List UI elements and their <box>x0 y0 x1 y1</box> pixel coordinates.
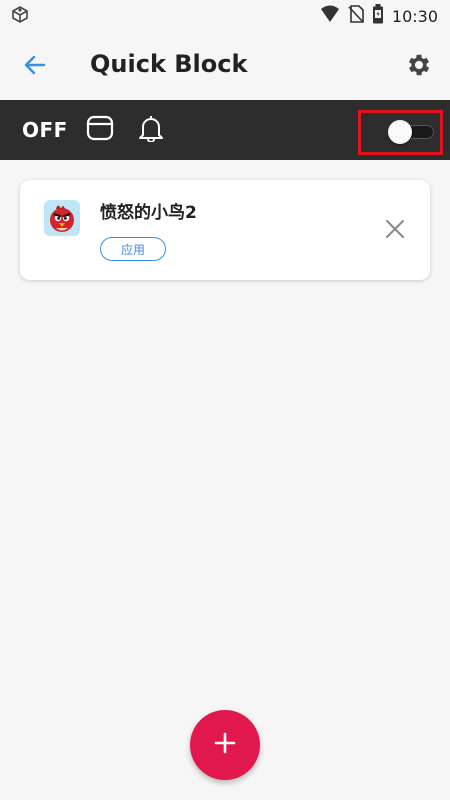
window-mode-button[interactable] <box>85 115 115 145</box>
settings-button[interactable] <box>404 52 434 82</box>
app-block-card[interactable]: 愤怒的小鸟2 应用 <box>20 180 430 280</box>
apply-badge[interactable]: 应用 <box>100 237 166 261</box>
app-name: 愤怒的小鸟2 <box>100 203 197 223</box>
no-sim-icon <box>348 5 364 27</box>
toggle-thumb <box>388 120 412 144</box>
app-bar: Quick Block <box>0 32 450 100</box>
wifi-icon <box>320 5 340 27</box>
window-icon <box>86 114 114 146</box>
angry-birds-app-icon <box>44 200 80 236</box>
battery-icon <box>372 4 384 28</box>
notification-mode-button[interactable] <box>136 115 166 145</box>
page-title: Quick Block <box>90 50 248 78</box>
back-button[interactable] <box>20 52 50 82</box>
status-bar: 10:30 <box>0 0 450 32</box>
arrow-left-icon <box>22 52 48 82</box>
add-app-button[interactable] <box>190 710 260 780</box>
bell-icon <box>137 114 165 146</box>
notification-app-icon <box>10 4 30 28</box>
status-time: 10:30 <box>391 6 438 26</box>
block-state-label: OFF <box>22 118 68 142</box>
plus-icon <box>214 732 236 758</box>
close-icon <box>385 219 405 243</box>
gear-icon <box>405 51 433 83</box>
remove-app-button[interactable] <box>382 218 408 244</box>
block-toggle-switch[interactable] <box>388 120 434 144</box>
